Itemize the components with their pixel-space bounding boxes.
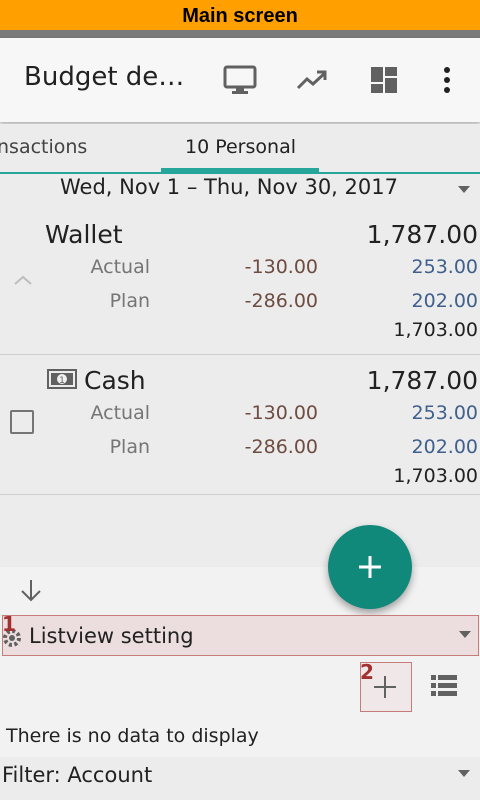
dropdown-arrow-icon [459, 631, 471, 638]
row-divider [0, 354, 480, 355]
monitor-icon[interactable] [220, 60, 260, 100]
tab-personal[interactable]: 10 Personal [185, 136, 296, 158]
actual-label: Actual [90, 256, 150, 278]
filter-dropdown[interactable]: Filter: Account [0, 757, 480, 800]
actual-value: -130.00 [244, 402, 318, 424]
account-name: Wallet [45, 220, 123, 249]
plan-remaining: 202.00 [411, 290, 478, 312]
tab-indicator [161, 168, 319, 172]
plus-icon [359, 556, 381, 578]
list-view-icon[interactable] [430, 673, 458, 701]
actual-remaining: 253.00 [411, 402, 478, 424]
screen-banner: Main screen [0, 0, 480, 30]
chevron-up-icon[interactable] [12, 272, 34, 291]
more-vert-icon[interactable] [427, 60, 467, 100]
actual-remaining: 253.00 [411, 256, 478, 278]
dropdown-arrow-icon [458, 770, 470, 777]
dashboard-icon[interactable] [364, 60, 404, 100]
actual-value: -130.00 [244, 256, 318, 278]
empty-state-message: There is no data to display [6, 725, 259, 747]
app-bar: Budget de… [0, 38, 480, 122]
app-title: Budget de… [24, 62, 185, 92]
actual-label: Actual [90, 402, 150, 424]
account-checkbox[interactable] [10, 410, 34, 434]
plus-icon [374, 676, 396, 698]
filter-label: Filter: Account [2, 763, 153, 787]
plan-label: Plan [109, 290, 150, 312]
plan-value: -286.00 [244, 436, 318, 458]
add-fab-button[interactable] [328, 525, 412, 609]
account-total: 1,787.00 [366, 220, 478, 249]
listview-setting-dropdown[interactable]: Listview setting [2, 615, 479, 656]
plan-value: -286.00 [244, 290, 318, 312]
tab-bar: nsactions 10 Personal [0, 124, 480, 174]
tab-transactions[interactable]: nsactions [0, 136, 87, 158]
account-total: 1,787.00 [366, 366, 478, 395]
dropdown-arrow-icon[interactable] [458, 186, 470, 193]
date-range-selector[interactable]: Wed, Nov 1 – Thu, Nov 30, 2017 [60, 175, 398, 199]
annotation-marker-2: 2 [360, 660, 374, 684]
plan-remaining: 202.00 [411, 436, 478, 458]
row-divider [0, 494, 480, 495]
money-icon: 1 [47, 369, 77, 393]
arrow-down-icon[interactable] [18, 578, 44, 608]
plan-label: Plan [109, 436, 150, 458]
trending-up-icon[interactable] [292, 60, 332, 100]
annotation-marker-1: 1 [2, 612, 16, 636]
banner-divider [0, 30, 480, 38]
account-balance: 1,703.00 [393, 319, 478, 341]
account-balance: 1,703.00 [393, 465, 478, 487]
listview-setting-label: Listview setting [29, 624, 194, 648]
account-name: Cash [84, 366, 146, 395]
svg-text:1: 1 [59, 376, 65, 386]
